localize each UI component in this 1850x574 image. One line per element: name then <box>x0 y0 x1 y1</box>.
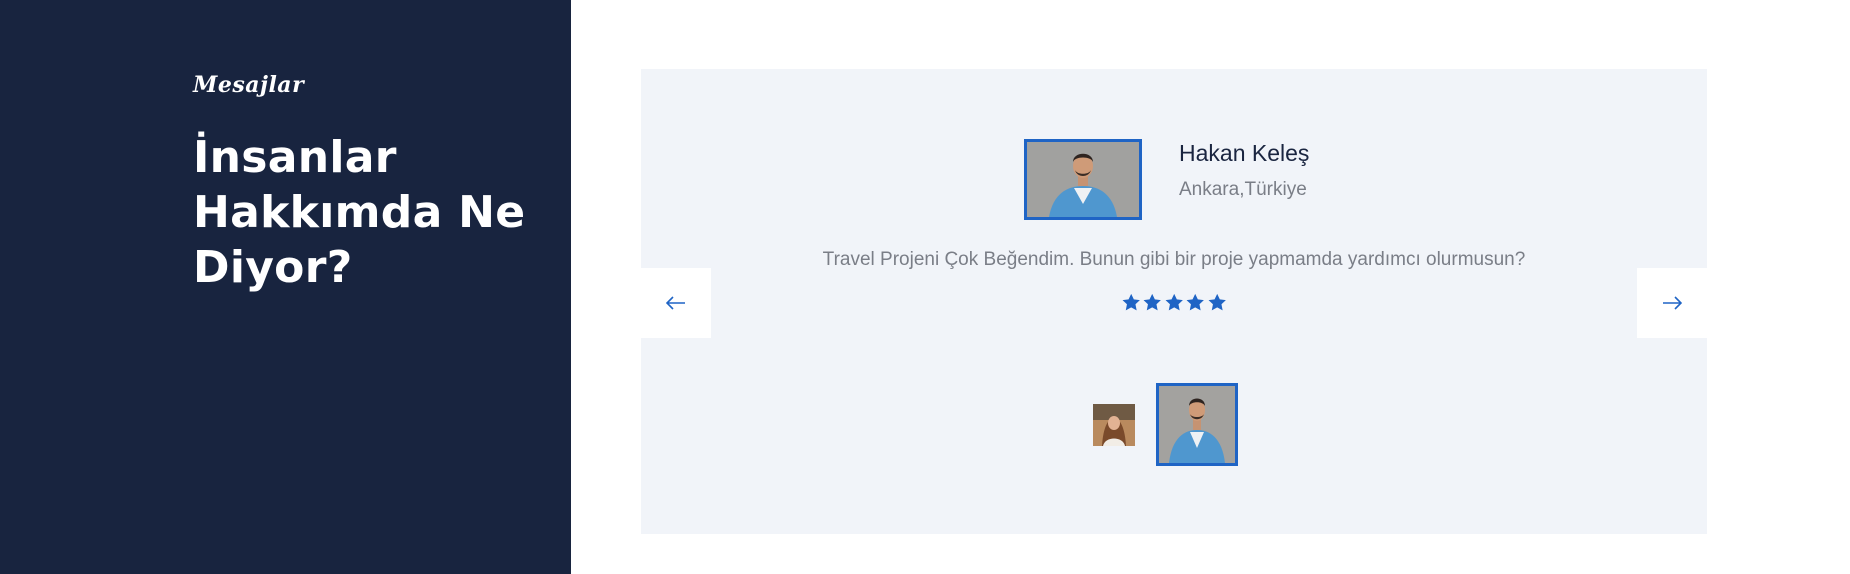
testimonial-avatar <box>1024 139 1142 220</box>
next-button[interactable] <box>1637 268 1707 338</box>
headline-line-2: Hakkımda Ne <box>193 187 526 238</box>
thumbnail-woman[interactable] <box>1093 404 1135 446</box>
man-photo-thumb <box>1159 386 1235 463</box>
testimonial-location: Ankara,Türkiye <box>1179 179 1307 200</box>
headline-line-1: İnsanlar <box>193 132 397 183</box>
section-headline: İnsanlar Hakkımda Ne Diyor? <box>193 130 533 295</box>
star-icon <box>1122 293 1140 311</box>
intro-panel: Mesajlar İnsanlar Hakkımda Ne Diyor? <box>0 0 571 574</box>
star-icon <box>1165 293 1183 311</box>
star-icon <box>1143 293 1162 311</box>
rating-stars <box>1121 292 1227 314</box>
section-subtitle: Mesajlar <box>193 72 305 98</box>
arrow-left-icon <box>666 296 685 310</box>
testimonial-card: Hakan Keleş Ankara,Türkiye Travel Projen… <box>641 69 1707 534</box>
thumbnail-man[interactable] <box>1156 383 1238 466</box>
testimonial-quote: Travel Projeni Çok Beğendim. Bunun gibi … <box>822 249 1526 270</box>
arrow-right-icon <box>1663 296 1682 310</box>
prev-button[interactable] <box>641 268 711 338</box>
testimonial-name: Hakan Keleş <box>1179 140 1310 166</box>
star-icon <box>1208 293 1226 311</box>
man-photo <box>1027 142 1139 217</box>
woman-photo <box>1093 404 1135 446</box>
star-icon <box>1186 293 1205 311</box>
headline-line-3: Diyor? <box>193 242 353 293</box>
